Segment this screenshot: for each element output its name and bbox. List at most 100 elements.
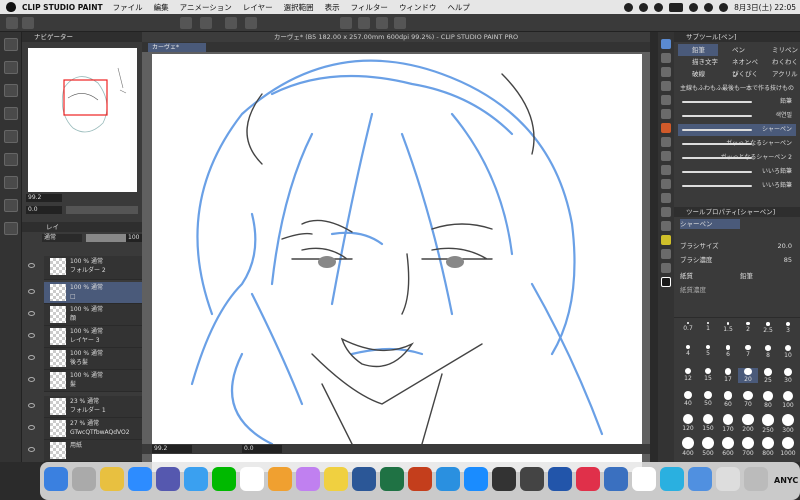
photos-icon[interactable] <box>268 467 292 491</box>
angle-field[interactable]: 0.0 <box>26 206 62 214</box>
brush-size-preset[interactable]: 800 <box>758 437 778 457</box>
move-tool-icon[interactable] <box>661 109 671 119</box>
app-menu[interactable]: CLIP STUDIO PAINT <box>22 3 103 12</box>
eye-icon[interactable] <box>28 447 35 452</box>
search-icon[interactable] <box>704 2 714 12</box>
apple-icon[interactable] <box>6 2 16 12</box>
subtool-tab[interactable]: アクリル <box>758 68 798 80</box>
notes-icon[interactable] <box>324 467 348 491</box>
eye-icon[interactable] <box>28 333 35 338</box>
powerpoint-icon[interactable] <box>408 467 432 491</box>
eye-icon[interactable] <box>28 425 35 430</box>
status-icon[interactable] <box>654 2 664 12</box>
app-icon[interactable] <box>492 467 516 491</box>
brush-size-preset[interactable]: 10 <box>778 345 798 359</box>
eye-icon[interactable] <box>28 263 35 268</box>
brush-size-preset[interactable]: 40 <box>678 391 698 407</box>
app-icon[interactable] <box>632 467 656 491</box>
panel-tab-icon[interactable] <box>4 153 18 166</box>
brush-item[interactable]: 鉛筆 <box>678 96 796 108</box>
decoration-tool-icon[interactable] <box>661 221 671 231</box>
panel-tab-icon[interactable] <box>4 61 18 74</box>
menu-view[interactable]: 表示 <box>325 2 340 13</box>
finder-icon[interactable] <box>44 467 68 491</box>
app-icon[interactable] <box>548 467 572 491</box>
brush-size-preset[interactable]: 200 <box>738 414 758 433</box>
frame-tool-icon[interactable] <box>661 235 671 245</box>
wifi-icon[interactable] <box>689 2 699 12</box>
eraser-tool-icon[interactable] <box>661 67 671 77</box>
brush-size-preset[interactable]: 80 <box>758 391 778 409</box>
zoom-icon[interactable] <box>128 467 152 491</box>
eye-icon[interactable] <box>28 377 35 382</box>
subtool-tab[interactable]: ぴくぴく <box>718 68 758 80</box>
brush-size-preset[interactable]: 700 <box>738 437 758 457</box>
brush-size-preset[interactable]: 1 <box>698 322 718 332</box>
brush-size-preset[interactable]: 7 <box>738 345 758 358</box>
app-icon[interactable] <box>296 467 320 491</box>
brush-size-value[interactable]: 20.0 <box>778 241 792 251</box>
music-icon[interactable] <box>576 467 600 491</box>
brush-size-preset[interactable]: 300 <box>778 414 798 434</box>
menu-animation[interactable]: アニメーション <box>180 2 232 13</box>
layer-row[interactable]: 100 % 通常 フォルダー 2 <box>28 256 142 280</box>
correction-tool-icon[interactable] <box>661 263 671 273</box>
layer-row[interactable]: 100 % 通常 レイヤー 3 <box>28 326 142 348</box>
brush-size-preset[interactable]: 17 <box>718 368 738 383</box>
brush-size-preset[interactable]: 170 <box>718 414 738 433</box>
brush-size-preset[interactable]: 0.7 <box>678 322 698 332</box>
panel-tab-icon[interactable] <box>4 199 18 212</box>
icloud-icon[interactable] <box>184 467 208 491</box>
opacity-slider[interactable] <box>86 234 126 242</box>
layer-row[interactable]: 用紙 <box>28 440 142 462</box>
new-icon[interactable] <box>6 17 18 29</box>
menu-layer[interactable]: レイヤー <box>243 2 273 13</box>
status-zoom[interactable]: 99.2 <box>152 445 192 453</box>
subtool-tab[interactable]: ネオンペン <box>718 56 758 78</box>
density-value[interactable]: 85 <box>784 255 792 265</box>
brush-size-preset[interactable]: 250 <box>758 414 778 434</box>
navigator-preview[interactable] <box>28 48 137 198</box>
brush-size-preset[interactable]: 8 <box>758 345 778 359</box>
launchpad-icon[interactable] <box>72 467 96 491</box>
trash-icon[interactable] <box>744 467 768 491</box>
menu-help[interactable]: ヘルプ <box>447 2 470 13</box>
brush-size-preset[interactable]: 12 <box>678 368 698 382</box>
brush-size-preset[interactable]: 20 <box>738 368 758 384</box>
brush-item[interactable]: いいろ鉛筆 <box>678 180 796 192</box>
settings-icon[interactable] <box>520 467 544 491</box>
layer-row[interactable]: 100 % 通常 後ろ髪 <box>28 348 142 370</box>
panel-tab-icon[interactable] <box>4 84 18 97</box>
menu-window[interactable]: ウィンドウ <box>399 2 437 13</box>
blend-mode-select[interactable]: 通常 <box>42 234 82 242</box>
brush-size-preset[interactable]: 6 <box>718 345 738 358</box>
menu-filter[interactable]: フィルター <box>351 2 388 13</box>
color-swatch-icon[interactable] <box>661 277 671 287</box>
layer-row[interactable]: 100 % 通常 顔 <box>28 304 142 326</box>
snap-icon[interactable] <box>340 17 352 29</box>
subtool-tab[interactable]: 描き文字 <box>678 56 718 68</box>
line-icon[interactable] <box>212 467 236 491</box>
brush-size-preset[interactable]: 2.5 <box>758 322 778 334</box>
brush-size-preset[interactable]: 120 <box>678 414 698 432</box>
brush-size-preset[interactable]: 15 <box>698 368 718 382</box>
clear-icon[interactable] <box>225 17 237 29</box>
brush-size-preset[interactable]: 70 <box>738 391 758 408</box>
teams-icon[interactable] <box>156 467 180 491</box>
layer-row[interactable]: 100 % 通常 髪 <box>28 370 142 392</box>
snap-icon[interactable] <box>394 17 406 29</box>
menu-selection[interactable]: 選択範囲 <box>284 2 314 13</box>
brush-size-preset[interactable]: 60 <box>718 391 738 408</box>
paper-value[interactable]: 鉛筆 <box>740 271 753 281</box>
appstore-icon[interactable] <box>464 467 488 491</box>
redo-icon[interactable] <box>200 17 212 29</box>
chrome-icon[interactable] <box>100 467 124 491</box>
subtool-tab[interactable]: わくわく <box>758 56 798 68</box>
layer-row[interactable]: 23 % 通常 フォルダー 1 <box>28 396 142 418</box>
status-angle[interactable]: 0.0 <box>242 445 282 453</box>
word-icon[interactable] <box>352 467 376 491</box>
brush-item[interactable]: ガッっとなるシャーペン 2 <box>678 152 796 164</box>
brush-item[interactable]: 색연필 <box>678 110 796 122</box>
eye-icon[interactable] <box>28 311 35 316</box>
eye-icon[interactable] <box>28 289 35 294</box>
